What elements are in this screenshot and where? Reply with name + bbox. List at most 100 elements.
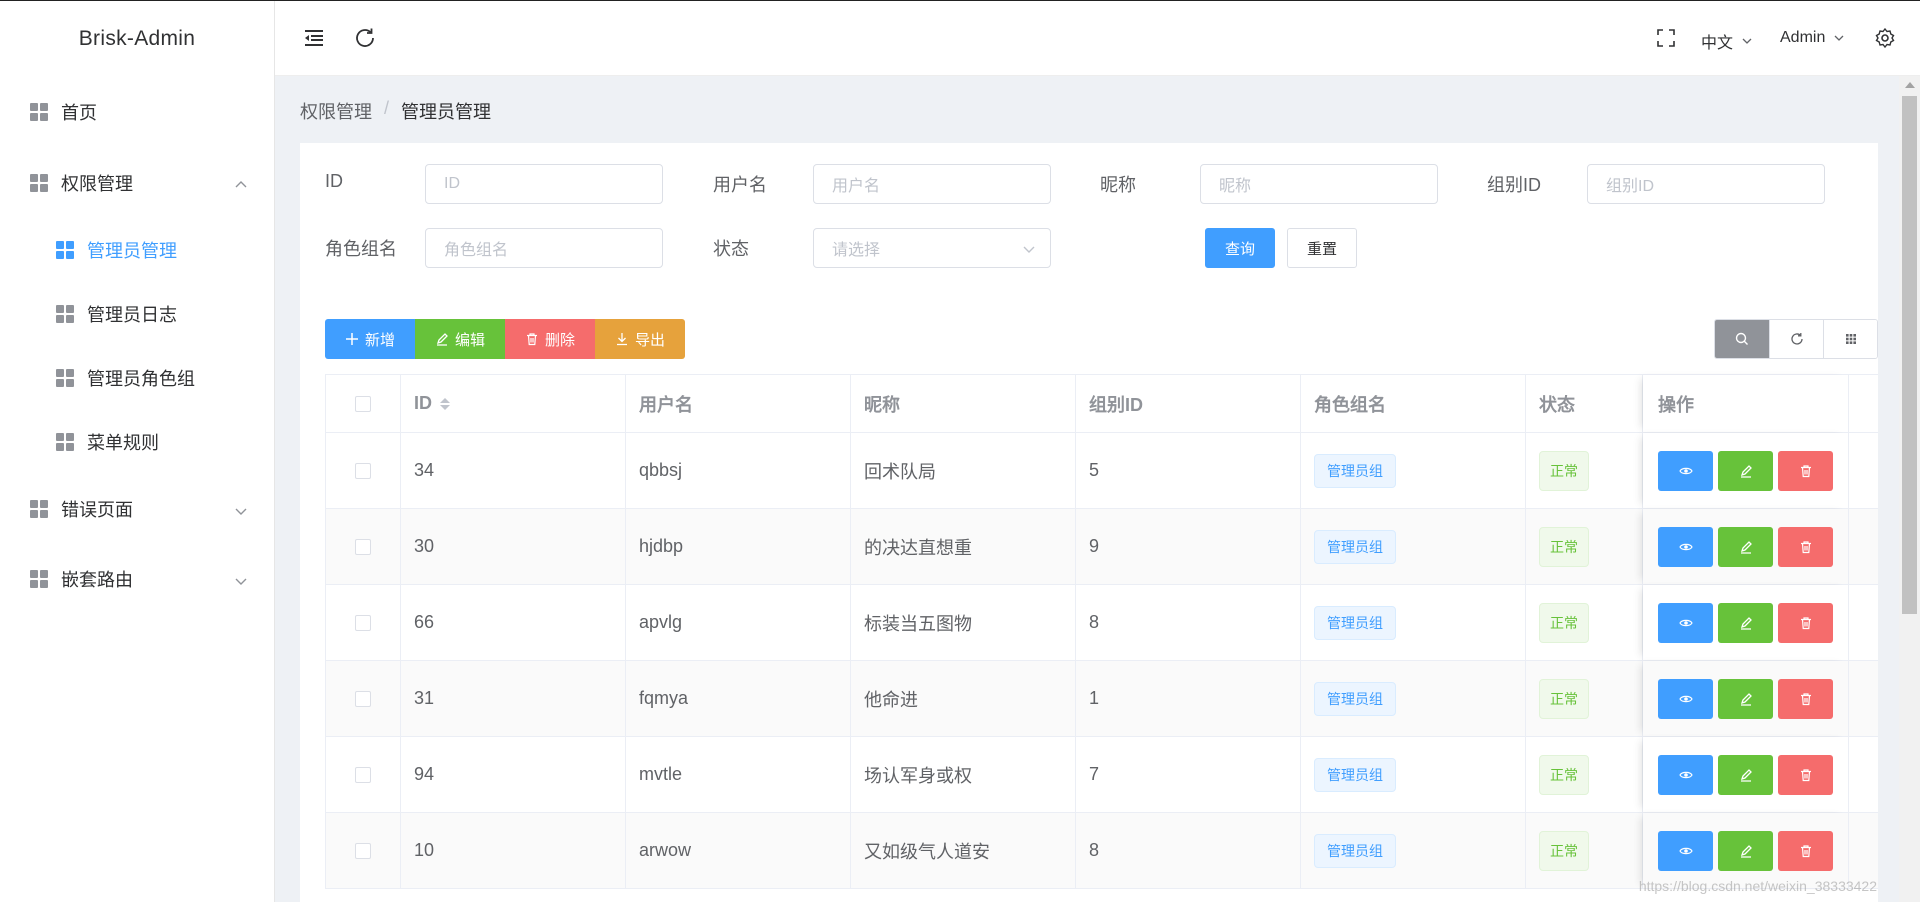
toggle-search-button[interactable]: [1715, 320, 1769, 358]
scroll-up-arrow-icon[interactable]: [1905, 82, 1915, 88]
delete-row-button[interactable]: [1778, 526, 1833, 567]
sidebar-item-home[interactable]: 首页: [0, 76, 274, 148]
edit-row-button[interactable]: [1718, 830, 1773, 871]
sidebar-item-nested-routes[interactable]: 嵌套路由: [0, 544, 274, 614]
view-row-button[interactable]: [1658, 754, 1713, 795]
edit-row-button[interactable]: [1718, 754, 1773, 795]
refresh-icon: [1790, 333, 1803, 345]
columns-button[interactable]: [1823, 320, 1877, 358]
status-badge: 正常: [1539, 830, 1589, 871]
row-checkbox[interactable]: [355, 538, 371, 555]
cell-username: apvlg: [626, 585, 851, 660]
select-all-cell: [326, 375, 401, 432]
select-all-checkbox[interactable]: [355, 395, 371, 412]
trash-icon: [1800, 768, 1811, 781]
row-select-cell: [326, 737, 401, 812]
delete-row-button[interactable]: [1778, 450, 1833, 491]
sidebar-item-admin-manage[interactable]: 管理员管理: [0, 218, 274, 282]
scrollbar-thumb[interactable]: [1902, 96, 1917, 614]
sidebar-item-menu-rules[interactable]: 菜单规则: [0, 410, 274, 474]
grid-icon: [56, 305, 74, 323]
row-checkbox[interactable]: [355, 614, 371, 631]
reset-button[interactable]: 重置: [1287, 228, 1357, 268]
filter-nickname-input[interactable]: 昵称: [1200, 164, 1438, 204]
refresh-table-button[interactable]: [1769, 320, 1823, 358]
query-button[interactable]: 查询: [1205, 228, 1275, 268]
cell-status: 正常: [1526, 813, 1643, 888]
sidebar-item-admin-log[interactable]: 管理员日志: [0, 282, 274, 346]
sidebar-item-label: 错误页面: [61, 500, 133, 520]
sidebar-item-error-pages[interactable]: 错误页面: [0, 474, 274, 544]
cell-status: 正常: [1526, 433, 1643, 508]
fullscreen-icon[interactable]: [1654, 26, 1678, 50]
cell-group-id: 9: [1076, 509, 1301, 584]
sidebar-item-admin-role-group[interactable]: 管理员角色组: [0, 346, 274, 410]
eye-icon: [1678, 467, 1693, 474]
sort-icon[interactable]: [440, 397, 450, 410]
row-select-cell: [326, 433, 401, 508]
content-card: ID ID 用户名 用户名 昵称 昵称 组别ID 组别ID 角色组名 角色组名 …: [300, 143, 1878, 902]
top-header: 中文 Admin: [275, 1, 1920, 76]
app-logo[interactable]: Brisk-Admin: [0, 1, 274, 76]
filter-groupid-input[interactable]: 组别ID: [1587, 164, 1825, 204]
grid-icon: [30, 103, 48, 121]
edit-row-button[interactable]: [1718, 450, 1773, 491]
table-header-row: ID 用户名 昵称 组别ID 角色组名 状态 操作: [326, 375, 1878, 433]
view-row-button[interactable]: [1658, 602, 1713, 643]
filter-nickname-label: 昵称: [1100, 175, 1136, 195]
view-row-button[interactable]: [1658, 526, 1713, 567]
eye-icon: [1678, 771, 1693, 778]
edit-button[interactable]: 编辑: [415, 319, 505, 359]
column-header-group-id: 组别ID: [1076, 375, 1301, 432]
collapse-menu-icon[interactable]: [302, 26, 326, 50]
edit-row-button[interactable]: [1718, 526, 1773, 567]
language-label: 中文: [1701, 35, 1734, 52]
cell-actions: [1643, 509, 1849, 584]
edit-row-button[interactable]: [1718, 678, 1773, 719]
sidebar-item-label: 管理员角色组: [87, 369, 195, 389]
breadcrumb-separator: /: [384, 98, 390, 118]
pencil-icon: [1740, 464, 1752, 478]
row-checkbox[interactable]: [355, 842, 371, 859]
row-checkbox[interactable]: [355, 462, 371, 479]
view-row-button[interactable]: [1658, 830, 1713, 871]
edit-row-button[interactable]: [1718, 602, 1773, 643]
breadcrumb-parent[interactable]: 权限管理: [300, 98, 372, 124]
cell-actions: [1643, 813, 1849, 888]
filter-rolegroup-input[interactable]: 角色组名: [425, 228, 663, 268]
filter-username-input[interactable]: 用户名: [813, 164, 1051, 204]
row-checkbox[interactable]: [355, 690, 371, 707]
table-row: 30 hjdbp 的决达直想重 9 管理员组 正常: [326, 509, 1878, 585]
sidebar-item-label: 嵌套路由: [61, 570, 133, 590]
column-header-id[interactable]: ID: [401, 375, 626, 432]
delete-button[interactable]: 删除: [505, 319, 595, 359]
delete-row-button[interactable]: [1778, 754, 1833, 795]
chevron-up-icon: [234, 176, 248, 190]
language-dropdown[interactable]: 中文: [1701, 29, 1753, 53]
user-dropdown[interactable]: Admin: [1780, 29, 1845, 47]
filter-status-select[interactable]: 请选择: [813, 228, 1051, 268]
view-row-button[interactable]: [1658, 678, 1713, 719]
cell-id: 10: [401, 813, 626, 888]
table-row: 94 mvtle 场认军身或权 7 管理员组 正常: [326, 737, 1878, 813]
sidebar-item-permission[interactable]: 权限管理: [0, 148, 274, 218]
cell-actions: [1643, 661, 1849, 736]
cell-group-id: 8: [1076, 813, 1301, 888]
filter-id-input[interactable]: ID: [425, 164, 663, 204]
row-checkbox[interactable]: [355, 766, 371, 783]
cell-role-group: 管理员组: [1301, 661, 1526, 736]
sidebar: Brisk-Admin 首页 权限管理 管理员管理 管理员日志 管理员角色组 菜…: [0, 1, 275, 902]
cell-status: 正常: [1526, 585, 1643, 660]
add-button[interactable]: 新增: [325, 319, 415, 359]
delete-row-button[interactable]: [1778, 830, 1833, 871]
view-row-button[interactable]: [1658, 450, 1713, 491]
settings-gear-icon[interactable]: [1873, 26, 1897, 50]
delete-row-button[interactable]: [1778, 678, 1833, 719]
export-button[interactable]: 导出: [595, 319, 685, 359]
filter-id-label: ID: [325, 171, 343, 191]
chevron-down-icon: [1022, 242, 1036, 256]
page-scrollbar[interactable]: [1899, 76, 1920, 902]
table-row: 34 qbbsj 回术队局 5 管理员组 正常: [326, 433, 1878, 509]
refresh-icon[interactable]: [353, 26, 377, 50]
delete-row-button[interactable]: [1778, 602, 1833, 643]
